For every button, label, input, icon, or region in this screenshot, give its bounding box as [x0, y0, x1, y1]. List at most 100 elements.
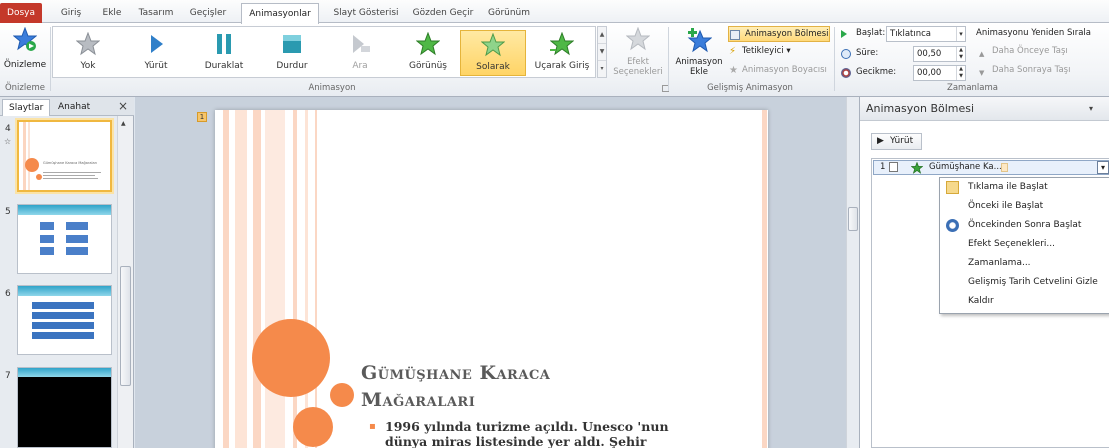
tab-view[interactable]: Görünüm — [481, 5, 537, 23]
slide-thumbnail-6[interactable] — [17, 285, 112, 355]
preview-button[interactable]: Önizleme — [3, 27, 47, 79]
slide-body-line-2: dünya miras listesinde yer aldı. Şehir — [385, 434, 647, 448]
start-dropdown-icon[interactable]: ▾ — [956, 27, 965, 41]
item-dropdown-icon[interactable]: ▾ — [1097, 161, 1109, 174]
slide-number-7: 7 — [5, 371, 11, 381]
animation-stop[interactable]: Durdur — [259, 30, 325, 76]
star-none-icon — [76, 32, 100, 56]
effect-options-button[interactable]: Efekt Seçenekleri — [612, 27, 664, 79]
clock-icon — [841, 49, 851, 59]
menu-remove[interactable]: Kaldır — [940, 292, 1109, 311]
ribbon-tab-row: Dosya Giriş Ekle Tasarım Geçişler Animas… — [0, 0, 1109, 24]
tab-insert[interactable]: Ekle — [97, 5, 127, 23]
gallery-down-icon[interactable]: ▼ — [598, 44, 606, 61]
menu-label: Gelişmiş Tarih Cetvelini Gizle — [968, 277, 1098, 287]
menu-start-after-previous[interactable]: Öncekinden Sonra Başlat — [940, 216, 1109, 235]
delay-spinner-icon[interactable]: ▲ ▼ — [956, 66, 965, 80]
delay-label-text: Gecikme: — [856, 67, 897, 77]
effect-options-star-icon — [626, 27, 650, 51]
mouse-click-icon — [889, 162, 898, 172]
slides-scrollbar[interactable]: ▲ — [117, 116, 133, 448]
group-label-advanced: Gelişmiş Animasyon — [707, 83, 793, 93]
menu-hide-timeline[interactable]: Gelişmiş Tarih Cetvelini Gizle — [940, 273, 1109, 292]
tab-outline[interactable]: Anahat — [52, 99, 96, 116]
animation-order-marker[interactable]: 1 — [197, 112, 207, 122]
duration-label-text: Süre: — [856, 48, 879, 58]
start-select[interactable]: Tıklatınca ▾ — [886, 26, 966, 42]
decor-circle-small — [330, 383, 354, 407]
animation-pause-label: Duraklat — [204, 61, 244, 71]
reorder-title: Animasyonu Yeniden Sırala — [976, 28, 1091, 38]
animation-painter-button[interactable]: ★ Animasyon Boyacısı — [728, 63, 827, 79]
animation-context-menu: Tıklama ile Başlat Önceki ile Başlat Önc… — [939, 177, 1109, 314]
slides-pane: Slaytlar Anahat × 4 ☆ Gümüşhane Karaca M… — [0, 97, 134, 448]
animation-pane-title: Animasyon Bölmesi — [866, 102, 975, 115]
slide-thumbnail-5[interactable] — [17, 204, 112, 274]
animation-play[interactable]: Yürüt — [123, 30, 189, 76]
gallery-scroll[interactable]: ▲ ▼ ▾ — [597, 26, 607, 78]
menu-label: Kaldır — [968, 296, 994, 306]
thumb-4-title: Gümüşhane Karaca Mağaraları — [43, 161, 98, 165]
slide-canvas[interactable]: Gümüşhane Karaca Mağaraları ▪ 1996 yılın… — [215, 110, 768, 448]
duration-field[interactable]: 00,50 ▲ ▼ — [913, 46, 966, 62]
animation-appear[interactable]: Görünüş — [395, 30, 461, 76]
animation-pause[interactable]: Duraklat — [191, 30, 257, 76]
start-label-text: Başlat: — [856, 28, 886, 38]
animation-pane-button[interactable]: Animasyon Bölmesi — [728, 26, 830, 42]
animation-pane-icon — [730, 30, 740, 40]
painter-icon: ★ — [729, 65, 738, 76]
menu-label: Efekt Seçenekleri... — [968, 239, 1056, 249]
group-label-animation: Animasyon — [308, 83, 356, 93]
menu-effect-options[interactable]: Efekt Seçenekleri... — [940, 235, 1109, 254]
start-select-value: Tıklatınca — [890, 29, 932, 39]
seek-icon — [353, 35, 370, 53]
animation-seek[interactable]: Ara — [327, 30, 393, 76]
editor-scroll-thumb[interactable] — [848, 207, 858, 231]
tab-review[interactable]: Gözden Geçir — [410, 5, 476, 23]
animation-fly-in[interactable]: Uçarak Giriş — [529, 30, 595, 76]
slide-title[interactable]: Gümüşhane Karaca Mağaraları — [361, 360, 550, 414]
delay-field[interactable]: 00,00 ▲ ▼ — [913, 65, 966, 81]
decor-circle-medium — [293, 407, 333, 447]
tab-design[interactable]: Tasarım — [136, 5, 176, 23]
effect-options-label-2: Seçenekleri — [613, 67, 663, 77]
animation-none-label: Yok — [80, 61, 96, 71]
tab-home[interactable]: Giriş — [56, 5, 86, 23]
slide-thumbnail-4[interactable]: Gümüşhane Karaca Mağaraları — [17, 120, 112, 192]
move-later-button[interactable]: ▼ Daha Sonraya Taşı — [978, 63, 1070, 79]
add-animation-button[interactable]: Animasyon Ekle — [673, 27, 725, 81]
slides-scroll-thumb[interactable] — [120, 266, 131, 386]
tab-file[interactable]: Dosya — [0, 3, 42, 23]
slide-stripe — [235, 110, 247, 448]
scroll-up-icon[interactable]: ▲ — [121, 120, 126, 127]
menu-start-with-previous[interactable]: Önceki ile Başlat — [940, 197, 1109, 216]
animation-fade[interactable]: Solarak — [460, 30, 526, 76]
slide-stripe — [293, 110, 297, 448]
bullet-icon: ▪ — [369, 421, 376, 432]
tab-slides[interactable]: Slaytlar — [2, 99, 51, 116]
close-pane-icon[interactable]: × — [118, 99, 128, 113]
tab-animations[interactable]: Animasyonlar — [241, 3, 319, 24]
menu-start-on-click[interactable]: Tıklama ile Başlat — [940, 178, 1109, 197]
editor-scrollbar[interactable] — [846, 97, 859, 448]
tab-slideshow[interactable]: Slayt Gösterisi — [326, 5, 406, 23]
animation-none[interactable]: Yok — [55, 30, 121, 76]
menu-timing[interactable]: Zamanlama... — [940, 254, 1109, 273]
duration-value: 00,50 — [917, 49, 942, 59]
gallery-more-icon[interactable]: ▾ — [598, 61, 606, 78]
trigger-button[interactable]: ⚡ Tetikleyici ▾ — [728, 44, 791, 60]
ribbon: Önizleme Önizleme Yok Yürüt Duraklat Dur… — [0, 23, 1109, 97]
pane-options-icon[interactable]: ▾ — [1089, 97, 1093, 121]
slide-body-text[interactable]: 1996 yılında turizme açıldı. Unesco 'nun… — [385, 419, 765, 448]
slide-stripe — [265, 110, 285, 448]
move-earlier-button[interactable]: ▲ Daha Önceye Taşı — [978, 44, 1068, 60]
animation-fade-label: Solarak — [476, 62, 510, 72]
gallery-up-icon[interactable]: ▲ — [598, 27, 606, 44]
duration-spinner-icon[interactable]: ▲ ▼ — [956, 47, 965, 61]
play-triangle-icon: ▶ — [877, 136, 884, 146]
tab-transitions[interactable]: Geçişler — [188, 5, 228, 23]
slide-thumbnail-7[interactable] — [17, 367, 112, 448]
slide-stripe — [223, 110, 229, 448]
animation-list-item[interactable]: 1 Gümüşhane Ka... ▾ — [873, 160, 1109, 175]
play-button[interactable]: ▶ Yürüt — [871, 133, 922, 150]
